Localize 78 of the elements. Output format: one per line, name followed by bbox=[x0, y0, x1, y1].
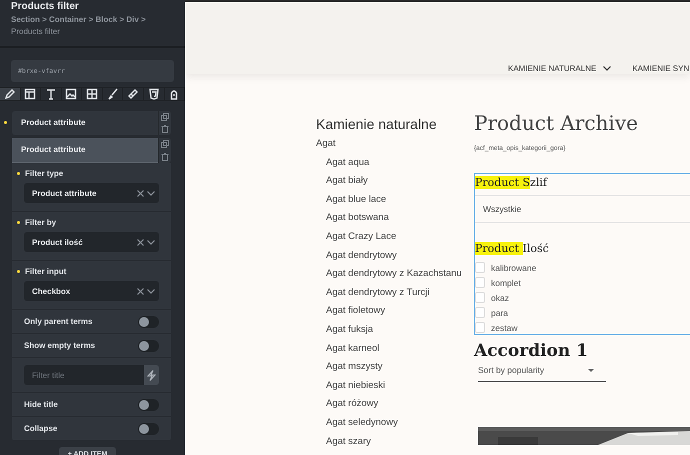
select-field[interactable]: Checkbox bbox=[24, 281, 159, 301]
category-link[interactable]: Agat dendrytowy z Kazachstanu bbox=[316, 267, 474, 286]
category-link[interactable]: Agat dendrytowy z Turcji bbox=[316, 286, 474, 304]
toggle-switch[interactable] bbox=[138, 316, 159, 328]
category-link[interactable]: Agat dendrytowy bbox=[316, 248, 474, 268]
pencil-icon bbox=[4, 88, 16, 100]
clear-icon[interactable] bbox=[137, 238, 144, 246]
image-icon bbox=[65, 88, 78, 100]
breadcrumb-current: Products filter bbox=[11, 26, 61, 38]
chevron-down-icon[interactable] bbox=[147, 190, 155, 196]
brush-icon bbox=[106, 88, 119, 100]
lightning-icon bbox=[147, 370, 156, 380]
copy-icon[interactable] bbox=[161, 140, 169, 148]
nav-link[interactable]: KAMIENIE SYN bbox=[632, 62, 690, 74]
field-label: Filter input bbox=[25, 266, 66, 276]
css-icon bbox=[148, 88, 160, 100]
checkbox-label: okaz bbox=[491, 292, 509, 302]
panel-tab[interactable] bbox=[0, 88, 21, 100]
filter-heading: Product Ilość bbox=[475, 241, 550, 255]
checkbox[interactable] bbox=[475, 322, 485, 333]
sort-select[interactable]: Sort by popularity bbox=[478, 365, 606, 382]
category-link[interactable]: Agat niebieski bbox=[316, 378, 474, 398]
category-link[interactable]: Agat botswana bbox=[316, 211, 474, 230]
nav-link[interactable]: KAMIENIE NATURALNE bbox=[508, 62, 612, 74]
checkbox-label: zestaw bbox=[491, 322, 518, 332]
chevron-down-icon[interactable] bbox=[147, 288, 155, 294]
page-title: Product Archive bbox=[474, 111, 639, 135]
delete-icon[interactable] bbox=[161, 152, 169, 161]
category-link[interactable]: Agat bbox=[316, 137, 474, 156]
checkbox-label: para bbox=[491, 308, 508, 318]
category-link[interactable]: Agat Crazy Lace bbox=[316, 230, 474, 249]
field-label: Only parent terms bbox=[24, 317, 92, 326]
category-link[interactable]: Agat różowy bbox=[316, 397, 474, 416]
clear-icon[interactable] bbox=[137, 288, 144, 294]
chevron-down-icon bbox=[603, 66, 612, 70]
chevron-down-icon[interactable] bbox=[147, 240, 155, 244]
field-label: Collapse bbox=[24, 424, 58, 433]
text-icon bbox=[44, 88, 57, 100]
toggle-switch[interactable] bbox=[138, 422, 159, 434]
category-link[interactable]: Agat szary bbox=[316, 434, 474, 454]
eraser-icon bbox=[127, 88, 140, 100]
checkbox[interactable] bbox=[475, 277, 485, 288]
repeater-item[interactable]: Product attribute bbox=[12, 138, 158, 163]
toggle-switch[interactable] bbox=[138, 340, 159, 352]
delete-icon[interactable] bbox=[161, 125, 169, 133]
grid-icon bbox=[86, 88, 98, 100]
toggle-switch[interactable] bbox=[138, 398, 159, 410]
field-label: Show empty terms bbox=[24, 341, 96, 350]
select-field[interactable]: Product ilość bbox=[24, 232, 159, 252]
clear-icon[interactable] bbox=[137, 190, 144, 196]
layout-icon bbox=[24, 88, 36, 100]
category-link[interactable]: Agat fioletowy bbox=[316, 304, 474, 323]
filter-title-field[interactable]: Filter title bbox=[24, 365, 144, 385]
panel-title: Products filter bbox=[10, 1, 80, 12]
category-link[interactable]: Agat aqua bbox=[316, 156, 474, 174]
checkbox[interactable] bbox=[475, 262, 485, 273]
category-link[interactable]: Agat karneol bbox=[316, 342, 474, 360]
category-link[interactable]: Agat seledynowy bbox=[316, 416, 474, 434]
filter-select[interactable]: Wszystkie bbox=[475, 195, 690, 223]
copy-icon[interactable] bbox=[161, 113, 169, 121]
checkbox[interactable] bbox=[475, 307, 485, 318]
dynamic-data-button[interactable] bbox=[144, 365, 159, 385]
caret-icon bbox=[588, 368, 594, 372]
category-link[interactable]: Agat mszysty bbox=[316, 360, 474, 379]
checkbox-label: komplet bbox=[491, 278, 521, 288]
category-link[interactable]: Agat blue lace bbox=[316, 192, 474, 212]
select-field[interactable]: Product attribute bbox=[24, 183, 159, 203]
filter-heading: Product Szlif bbox=[475, 175, 549, 189]
accordion-heading: Accordion 1 bbox=[474, 341, 589, 361]
category-heading: Kamienie naturalne bbox=[316, 116, 438, 132]
field-label: Hide title bbox=[24, 400, 58, 409]
category-link[interactable]: Agat fuksja bbox=[316, 322, 474, 342]
checkbox-label: kalibrowane bbox=[491, 262, 536, 272]
category-link[interactable]: Agat biały bbox=[316, 174, 474, 193]
field-label: Filter type bbox=[25, 168, 64, 178]
checkbox[interactable] bbox=[475, 292, 485, 303]
breadcrumb[interactable]: Section > Container > Block > Div > bbox=[11, 14, 174, 26]
field-label: Filter by bbox=[25, 218, 56, 226]
